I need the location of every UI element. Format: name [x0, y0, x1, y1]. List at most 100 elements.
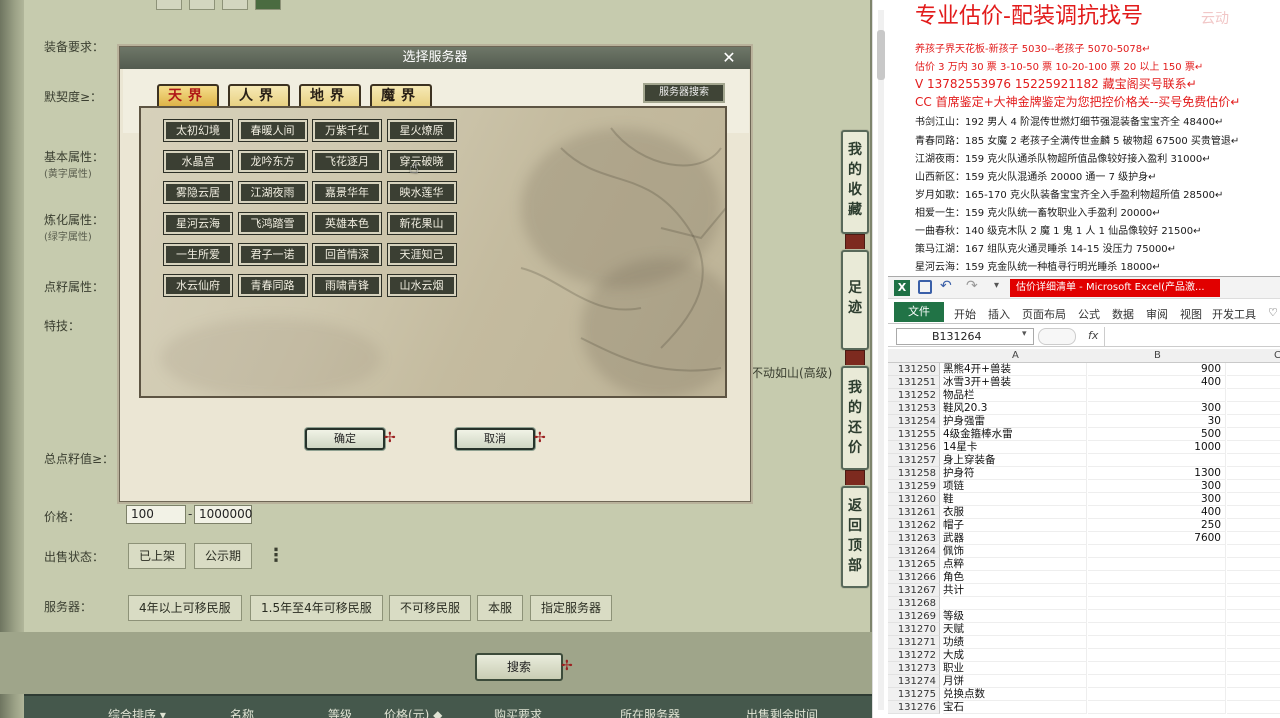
row-number[interactable]: 131262	[888, 519, 940, 532]
cell-b[interactable]	[1088, 389, 1226, 402]
cell-c[interactable]	[1227, 649, 1280, 662]
row-number[interactable]: 131261	[888, 506, 940, 519]
cell-c[interactable]	[1227, 571, 1280, 584]
cell-b[interactable]	[1088, 675, 1226, 688]
cell-a[interactable]: 冰雪3开+兽装	[943, 376, 1087, 389]
status-public-button[interactable]: 公示期	[194, 543, 253, 569]
cell-b[interactable]: 400	[1088, 506, 1226, 519]
cell-b[interactable]: 7600	[1088, 532, 1226, 545]
cell-a[interactable]: 功绩	[943, 636, 1087, 649]
row-number[interactable]: 131252	[888, 389, 940, 402]
tab-renjie[interactable]: 人界	[228, 84, 290, 108]
row-number[interactable]: 131271	[888, 636, 940, 649]
row-number[interactable]: 131255	[888, 428, 940, 441]
cell-c[interactable]	[1227, 584, 1280, 597]
cell-a[interactable]: 月饼	[943, 675, 1087, 688]
row-number[interactable]: 131258	[888, 467, 940, 480]
server-4yr-button[interactable]: 4年以上可移民服	[128, 595, 242, 621]
cell-c[interactable]	[1227, 402, 1280, 415]
cell-b[interactable]: 300	[1088, 480, 1226, 493]
cell-a[interactable]: 4级金箍棒水雷	[943, 428, 1087, 441]
server-button[interactable]: 映水莲华	[386, 181, 457, 204]
server-1-5yr-button[interactable]: 1.5年至4年可移民服	[250, 595, 383, 621]
cell-c[interactable]	[1227, 688, 1280, 701]
cell-c[interactable]	[1227, 415, 1280, 428]
server-button[interactable]: 飞鸿踏雪	[237, 212, 308, 235]
row-number[interactable]: 131257	[888, 454, 940, 467]
server-own-button[interactable]: 本服	[477, 595, 524, 621]
cell-c[interactable]	[1227, 493, 1280, 506]
server-button[interactable]: 穿云破晓	[386, 150, 457, 173]
cell-c[interactable]	[1227, 597, 1280, 610]
row-number[interactable]: 131275	[888, 688, 940, 701]
row-number[interactable]: 131250	[888, 363, 940, 376]
cell-c[interactable]	[1227, 545, 1280, 558]
undo-icon[interactable]: ↶	[940, 278, 952, 294]
server-button[interactable]: 龙吟东方	[237, 150, 308, 173]
formula-input[interactable]	[1104, 327, 1280, 346]
row-number[interactable]: 131272	[888, 649, 940, 662]
row-number[interactable]: 131266	[888, 571, 940, 584]
cell-c[interactable]	[1227, 662, 1280, 675]
server-specified-button[interactable]: 指定服务器	[530, 595, 613, 621]
header-level[interactable]: 等级	[328, 706, 352, 718]
cell-a[interactable]: 兑换点数	[943, 688, 1087, 701]
cell-a[interactable]: 武器	[943, 532, 1087, 545]
tab-developer[interactable]: 开发工具	[1212, 306, 1256, 322]
row-number[interactable]: 131256	[888, 441, 940, 454]
redo-icon[interactable]: ↷	[966, 278, 978, 294]
top-filter-button-3[interactable]	[222, 0, 248, 10]
row-number[interactable]: 131254	[888, 415, 940, 428]
more-options-icon[interactable]: ⋮	[267, 545, 285, 566]
server-button[interactable]: 雾隐云居	[163, 181, 233, 204]
column-header-a[interactable]: A	[1012, 349, 1019, 363]
cell-a[interactable]: 黑熊4开+兽装	[943, 363, 1087, 376]
cell-c[interactable]	[1227, 532, 1280, 545]
cell-b[interactable]	[1088, 662, 1226, 675]
ribbon-collapse-icon[interactable]: ♡	[1268, 306, 1278, 319]
tab-home[interactable]: 开始	[954, 306, 976, 322]
cell-a[interactable]: 大成	[943, 649, 1087, 662]
cell-b[interactable]: 300	[1088, 402, 1226, 415]
server-button[interactable]: 江湖夜雨	[237, 181, 308, 204]
row-number[interactable]: 131264	[888, 545, 940, 558]
status-listed-button[interactable]: 已上架	[128, 543, 187, 569]
row-number[interactable]: 131263	[888, 532, 940, 545]
cell-c[interactable]	[1227, 376, 1280, 389]
cell-b[interactable]	[1088, 610, 1226, 623]
server-button[interactable]: 一生所爱	[163, 243, 233, 266]
tab-tianjie[interactable]: 天界	[157, 84, 219, 108]
cell-b[interactable]	[1088, 636, 1226, 649]
cell-b[interactable]: 300	[1088, 493, 1226, 506]
top-filter-button-2[interactable]	[189, 0, 215, 10]
tab-formulas[interactable]: 公式	[1078, 306, 1100, 322]
price-min-input[interactable]: 100	[126, 505, 186, 524]
row-number[interactable]: 131269	[888, 610, 940, 623]
cell-a[interactable]: 职业	[943, 662, 1087, 675]
server-button[interactable]: 回首情深	[312, 243, 382, 266]
skill-tag-budong[interactable]: 不动如山(高级)	[751, 364, 832, 381]
server-button[interactable]: 嘉景华年	[312, 181, 382, 204]
server-button[interactable]: 太初幻境	[163, 119, 233, 142]
cell-c[interactable]	[1227, 467, 1280, 480]
cell-a[interactable]: 鞋风20.3	[943, 402, 1087, 415]
cell-c[interactable]	[1227, 558, 1280, 571]
row-number[interactable]: 131259	[888, 480, 940, 493]
server-button[interactable]: 君子一诺	[237, 243, 308, 266]
server-button[interactable]: 飞花逐月	[312, 150, 382, 173]
server-button[interactable]: 雨啸青锋	[312, 274, 382, 297]
server-search-button[interactable]: 服务器搜索	[643, 83, 725, 103]
search-button[interactable]: 搜索	[475, 653, 563, 681]
cell-a[interactable]: 宝石	[943, 701, 1087, 714]
cell-c[interactable]	[1227, 389, 1280, 402]
cell-b[interactable]	[1088, 454, 1226, 467]
cell-b[interactable]	[1088, 623, 1226, 636]
cell-c[interactable]	[1227, 480, 1280, 493]
cell-b[interactable]: 500	[1088, 428, 1226, 441]
server-button[interactable]: 山水云烟	[386, 274, 457, 297]
tab-view[interactable]: 视图	[1180, 306, 1202, 322]
row-number[interactable]: 131270	[888, 623, 940, 636]
cell-a[interactable]: 14星卡	[943, 441, 1087, 454]
row-number[interactable]: 131276	[888, 701, 940, 714]
server-button[interactable]: 英雄本色	[312, 212, 382, 235]
